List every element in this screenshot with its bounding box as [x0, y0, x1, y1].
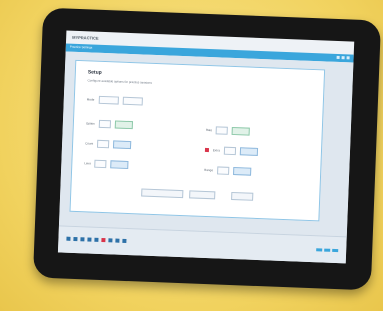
field-row-rate: Rate: [206, 126, 251, 136]
range-button[interactable]: [232, 167, 252, 176]
page-dot[interactable]: [122, 238, 127, 243]
apply-button[interactable]: [231, 191, 254, 201]
tray-icon[interactable]: [316, 248, 323, 252]
rate-button[interactable]: [231, 126, 251, 136]
settings-panel: Setup Configure available options for pr…: [69, 59, 326, 222]
count-input[interactable]: [96, 139, 110, 149]
tablet-device: MYPRACTICE Practice Settings Setup Confi…: [32, 7, 382, 291]
footer-field-secondary[interactable]: [189, 190, 216, 200]
option-input[interactable]: [98, 119, 111, 129]
mode-input-secondary[interactable]: [122, 96, 143, 106]
page-dot[interactable]: [108, 238, 113, 243]
tray-icon[interactable]: [324, 248, 331, 252]
panel-subtitle: Configure available options for practice…: [87, 78, 152, 85]
field-label: Option: [85, 121, 95, 126]
scene: MYPRACTICE Practice Settings Setup Confi…: [0, 0, 383, 311]
tablet-screen: MYPRACTICE Practice Settings Setup Confi…: [57, 30, 355, 264]
page-dot[interactable]: [87, 237, 92, 242]
tray-icon[interactable]: [332, 248, 339, 253]
app-title: MYPRACTICE: [72, 34, 99, 41]
limit-input[interactable]: [94, 159, 107, 169]
page-dot[interactable]: [115, 238, 120, 243]
extra-input[interactable]: [223, 146, 237, 156]
field-row-extra: Extra: [204, 146, 259, 156]
close-icon[interactable]: [346, 56, 350, 60]
minimize-icon[interactable]: [336, 55, 340, 60]
field-label: Rate: [205, 127, 213, 133]
page-dot[interactable]: [94, 237, 99, 242]
option-button[interactable]: [114, 120, 133, 130]
field-row-mode: Mode: [86, 95, 143, 106]
extra-button[interactable]: [239, 147, 259, 156]
count-button[interactable]: [112, 140, 132, 150]
page-dot[interactable]: [80, 237, 85, 242]
field-label: Range: [204, 167, 214, 173]
page-dot[interactable]: [66, 236, 71, 241]
required-marker-icon: [204, 147, 210, 153]
field-label: Extra: [212, 148, 221, 153]
field-label: Limit: [84, 161, 91, 166]
field-row-count: Count: [85, 139, 132, 150]
panel-heading: Setup: [87, 69, 102, 76]
page-indicator: [66, 236, 127, 243]
limit-button[interactable]: [110, 160, 129, 170]
field-label: Count: [85, 141, 94, 146]
page-dot[interactable]: [101, 238, 106, 243]
rate-input[interactable]: [215, 126, 229, 135]
footer-field[interactable]: [141, 188, 184, 199]
field-row-option: Option: [85, 119, 133, 130]
range-input[interactable]: [216, 166, 230, 175]
field-label: Mode: [86, 97, 95, 102]
workspace: Setup Configure available options for pr…: [58, 51, 354, 237]
maximize-icon[interactable]: [341, 56, 345, 60]
system-tray: [316, 248, 339, 253]
window-controls: [336, 55, 350, 60]
page-dot[interactable]: [73, 236, 78, 242]
mode-input[interactable]: [98, 95, 119, 105]
window-title: Practice Settings: [69, 44, 93, 50]
field-row-range: Range: [204, 166, 252, 176]
field-row-limit: Limit: [84, 159, 129, 170]
